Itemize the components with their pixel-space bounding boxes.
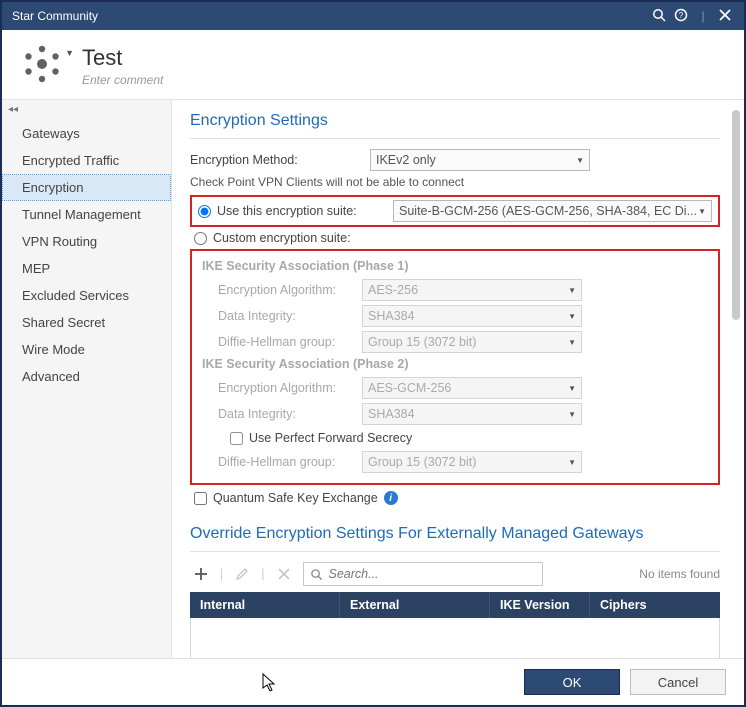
custom-suite-panel: IKE Security Association (Phase 1) Encry… (190, 249, 720, 485)
phase1-data-int-dropdown: SHA384 ▼ (362, 305, 582, 327)
col-external[interactable]: External (340, 592, 490, 618)
phase1-dh-dropdown: Group 15 (3072 bit) ▼ (362, 331, 582, 353)
chevron-down-icon: ▼ (568, 338, 576, 347)
use-suite-radio[interactable] (198, 205, 211, 218)
phase2-data-int-dropdown: SHA384 ▼ (362, 403, 582, 425)
divider: | (692, 9, 714, 23)
community-icon[interactable]: ▼ (20, 42, 64, 89)
sidebar-item-vpn-routing[interactable]: VPN Routing (2, 228, 171, 255)
phase2-dh-label: Diffie-Hellman group: (202, 455, 362, 469)
chevron-down-icon[interactable]: ▼ (65, 48, 74, 58)
phase2-enc-alg-dropdown: AES-GCM-256 ▼ (362, 377, 582, 399)
phase1-enc-alg-label: Encryption Algorithm: (202, 283, 362, 297)
col-internal[interactable]: Internal (190, 592, 340, 618)
collapse-handle-icon[interactable]: ◂◂ (8, 104, 18, 115)
col-ike-version[interactable]: IKE Version (490, 592, 590, 618)
content-pane: Encryption Settings Encryption Method: I… (172, 100, 744, 658)
delete-button (273, 563, 295, 585)
custom-suite-radio[interactable] (194, 232, 207, 245)
phase2-dh-dropdown: Group 15 (3072 bit) ▼ (362, 451, 582, 473)
phase1-enc-alg-dropdown: AES-256 ▼ (362, 279, 582, 301)
no-items-label: No items found (639, 567, 720, 581)
page-title[interactable]: Test (82, 45, 163, 71)
chevron-down-icon: ▼ (568, 312, 576, 321)
window-title: Star Community (12, 9, 648, 23)
close-icon[interactable] (714, 9, 736, 24)
use-suite-label: Use this encryption suite: (217, 204, 393, 218)
sidebar-item-excluded-services[interactable]: Excluded Services (2, 282, 171, 309)
quantum-safe-label: Quantum Safe Key Exchange (213, 491, 378, 505)
scrollbar[interactable] (732, 110, 740, 648)
encryption-method-value: IKEv2 only (376, 153, 436, 167)
chevron-down-icon: ▼ (568, 286, 576, 295)
vpn-client-warning: Check Point VPN Clients will not be able… (190, 175, 720, 189)
page-subtitle[interactable]: Enter comment (82, 73, 163, 87)
sidebar-item-shared-secret[interactable]: Shared Secret (2, 309, 171, 336)
main-area: ◂◂ Gateways Encrypted Traffic Encryption… (2, 99, 744, 658)
phase1-dh-label: Diffie-Hellman group: (202, 335, 362, 349)
scrollbar-thumb[interactable] (732, 110, 740, 320)
encryption-method-dropdown[interactable]: IKEv2 only ▼ (370, 149, 590, 171)
use-suite-row: Use this encryption suite: Suite-B-GCM-2… (190, 195, 720, 227)
svg-text:?: ? (679, 11, 684, 20)
add-button[interactable] (190, 563, 212, 585)
override-toolbar: | | No items found (190, 562, 720, 586)
section-title-encryption: Encryption Settings (190, 112, 720, 130)
encryption-suite-value: Suite-B-GCM-256 (AES-GCM-256, SHA-384, E… (399, 204, 697, 218)
cursor-icon (262, 673, 278, 693)
help-icon[interactable]: ? (670, 8, 692, 25)
pfs-checkbox (230, 432, 243, 445)
phase1-data-int-label: Data Integrity: (202, 309, 362, 323)
pfs-label: Use Perfect Forward Secrecy (249, 431, 412, 445)
chevron-down-icon: ▼ (576, 156, 584, 165)
override-search[interactable] (303, 562, 543, 586)
sidebar-item-gateways[interactable]: Gateways (2, 120, 171, 147)
quantum-safe-checkbox[interactable] (194, 492, 207, 505)
phase2-enc-alg-label: Encryption Algorithm: (202, 381, 362, 395)
footer: OK Cancel (2, 658, 744, 705)
phase2-title: IKE Security Association (Phase 2) (202, 357, 710, 371)
sidebar: ◂◂ Gateways Encrypted Traffic Encryption… (2, 100, 172, 658)
sidebar-item-wire-mode[interactable]: Wire Mode (2, 336, 171, 363)
override-grid-body (190, 618, 720, 658)
override-search-input[interactable] (327, 566, 536, 582)
custom-suite-label: Custom encryption suite: (213, 231, 351, 245)
header: ▼ Test Enter comment (2, 30, 744, 99)
chevron-down-icon: ▼ (568, 458, 576, 467)
encryption-suite-dropdown[interactable]: Suite-B-GCM-256 (AES-GCM-256, SHA-384, E… (393, 200, 712, 222)
sidebar-item-mep[interactable]: MEP (2, 255, 171, 282)
ok-button[interactable]: OK (524, 669, 620, 695)
col-ciphers[interactable]: Ciphers (590, 592, 720, 618)
phase2-data-int-label: Data Integrity: (202, 407, 362, 421)
chevron-down-icon: ▼ (568, 384, 576, 393)
cancel-button[interactable]: Cancel (630, 669, 726, 695)
title-bar: Star Community ? | (2, 2, 744, 30)
section-title-override: Override Encryption Settings For Externa… (190, 525, 720, 543)
edit-button (231, 563, 253, 585)
chevron-down-icon: ▼ (568, 410, 576, 419)
sidebar-item-encrypted-traffic[interactable]: Encrypted Traffic (2, 147, 171, 174)
encryption-method-label: Encryption Method: (190, 153, 370, 167)
override-grid-header: Internal External IKE Version Ciphers (190, 592, 720, 618)
search-icon[interactable] (648, 8, 670, 25)
sidebar-item-advanced[interactable]: Advanced (2, 363, 171, 390)
sidebar-item-encryption[interactable]: Encryption (2, 174, 171, 201)
phase1-title: IKE Security Association (Phase 1) (202, 259, 710, 273)
sidebar-item-tunnel-management[interactable]: Tunnel Management (2, 201, 171, 228)
chevron-down-icon: ▼ (698, 207, 706, 216)
info-icon[interactable]: i (384, 491, 398, 505)
